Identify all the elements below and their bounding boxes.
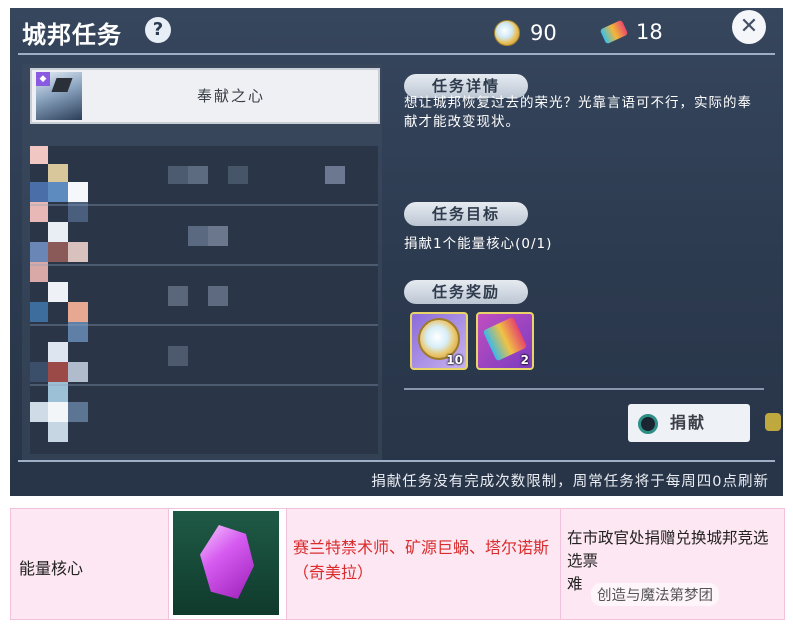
ticket-count: 18 [636,20,663,44]
circle-icon [638,414,658,434]
header: 城邦任务 ? 90 18 ✕ [10,8,783,54]
header-divider [18,53,775,55]
reward-item-ticket[interactable]: 2 [476,312,534,370]
donate-button-label: 捐献 [670,413,707,432]
ticket-counter: 18 [599,19,663,45]
item-usage: 在市政官处捐赠兑换城邦竞选选票 [567,529,769,570]
reward-section-label: 任务奖励 [404,280,528,304]
task-portrait: ◆ [36,72,82,120]
table-cell-image [169,509,287,619]
task-item-selected[interactable]: ◆ 奉献之心 [30,68,380,124]
coin-count: 90 [530,21,557,45]
item-sources: 赛兰特禁术师、矿源巨蜗、塔尔诺斯（奇美拉） [293,538,550,582]
watermark: 创造与魔法第梦团 [591,583,719,606]
task-item-label: 奉献之心 [196,87,265,105]
reward-count: 10 [446,353,463,367]
table-cell-sources: 赛兰特禁术师、矿源巨蜗、塔尔诺斯（奇美拉） [287,509,561,619]
page-title: 城邦任务 [22,21,122,49]
pixelated-task-list [30,146,378,454]
task-goal: 捐献1个能量核心(0/1) [404,236,553,252]
help-icon[interactable]: ? [145,17,171,43]
footer-divider [18,460,775,462]
horn-icon [51,78,73,92]
gem-badge-icon: ◆ [36,72,50,86]
game-window: 城邦任务 ? 90 18 ✕ ◆ 奉献之心 任务详情 想让城邦恢复过去的荣光？光… [10,8,783,496]
coin-icon [494,20,520,46]
decoration [765,413,781,431]
donate-button[interactable]: 捐献 [628,404,750,442]
reward-item-coin[interactable]: 10 [410,312,468,370]
item-image [173,511,279,615]
ticket-icon [599,19,629,45]
details-divider [404,388,764,390]
reward-count: 2 [520,353,529,367]
table-cell-usage: 在市政官处捐赠兑换城邦竞选选票 难 创造与魔法第梦团 [561,509,784,619]
item-info-table: 能量核心 赛兰特禁术师、矿源巨蜗、塔尔诺斯（奇美拉） 在市政官处捐赠兑换城邦竞选… [10,508,785,620]
close-icon[interactable]: ✕ [732,10,766,44]
table-cell-name: 能量核心 [11,509,169,619]
item-name: 能量核心 [19,559,84,578]
footer-note: 捐献任务没有完成次数限制，周常任务将于每周四0点刷新 [371,474,769,490]
crystal-icon [200,525,254,599]
coin-counter: 90 [494,20,557,46]
goal-section-label: 任务目标 [404,202,528,226]
task-list: ◆ 奉献之心 [22,64,382,460]
task-description: 想让城邦恢复过去的荣光？光靠言语可不行，实际的奉献才能改变现状。 [404,95,752,130]
